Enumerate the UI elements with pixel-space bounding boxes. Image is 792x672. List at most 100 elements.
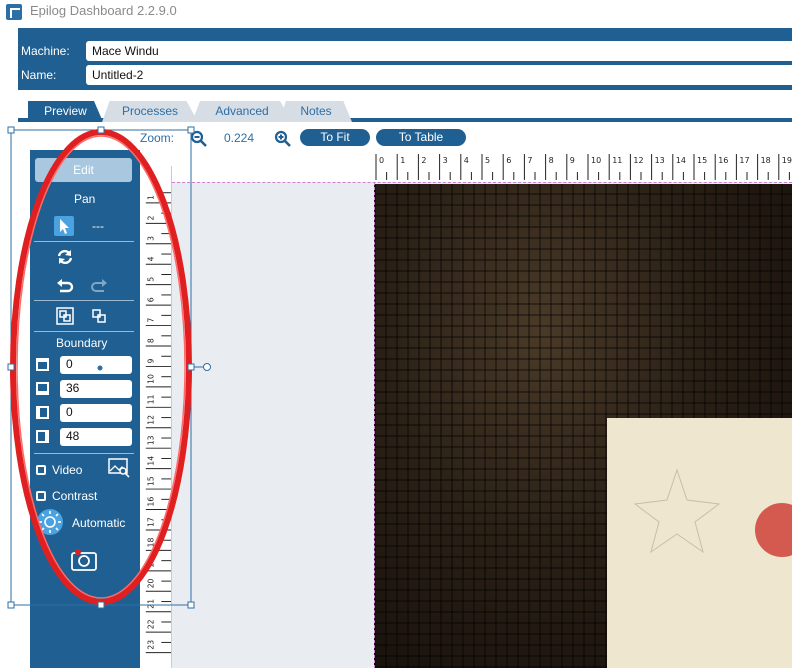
ruler-tick-label: 23 bbox=[147, 640, 156, 650]
ruler-tick-label: 12 bbox=[633, 156, 643, 165]
brightness-icon[interactable] bbox=[36, 508, 64, 536]
video-label: Video bbox=[52, 463, 83, 477]
machine-label: Machine: bbox=[21, 44, 70, 58]
pointer-value: --- bbox=[92, 219, 104, 233]
tab-notes[interactable]: Notes bbox=[280, 101, 352, 122]
video-checkbox[interactable] bbox=[36, 465, 46, 475]
ruler-tick-label: 19 bbox=[147, 558, 156, 568]
ruler-tick-label: 16 bbox=[718, 156, 728, 165]
table-boundary-left bbox=[374, 182, 375, 668]
resize-handle[interactable] bbox=[7, 601, 15, 609]
boundary-right-icon bbox=[36, 430, 49, 443]
ruler-tick-label: 11 bbox=[147, 394, 156, 404]
horizontal-ruler: 0 1 2 3 4 5 6 7 8 9 10 11 12 13 14 15 16 17 18 19 bbox=[374, 152, 792, 182]
automatic-label[interactable]: Automatic bbox=[72, 516, 125, 530]
star-artwork bbox=[633, 468, 792, 557]
ruler-tick-label: 3 bbox=[443, 156, 448, 165]
ruler-tick-label: 13 bbox=[147, 435, 156, 445]
ruler-tick-label: 4 bbox=[147, 256, 156, 261]
resize-handle[interactable] bbox=[7, 126, 15, 134]
tab-strip: Preview Processes Advanced Notes bbox=[18, 96, 792, 122]
zoom-in-icon[interactable] bbox=[274, 130, 292, 148]
ruler-tick-label: 15 bbox=[147, 476, 156, 486]
epilog-logo-icon bbox=[6, 4, 22, 20]
refresh-icon[interactable] bbox=[56, 248, 74, 266]
resize-handle[interactable] bbox=[97, 126, 105, 134]
window-title: Epilog Dashboard 2.2.9.0 bbox=[30, 3, 177, 18]
ruler-tick-label: 16 bbox=[147, 497, 156, 507]
boundary-top-input[interactable]: 0 bbox=[60, 356, 132, 374]
ruler-tick-label: 14 bbox=[147, 456, 156, 466]
undo-icon[interactable] bbox=[56, 278, 74, 294]
image-search-icon[interactable] bbox=[108, 458, 130, 478]
contrast-label: Contrast bbox=[52, 489, 98, 503]
boundary-right-input[interactable]: 48 bbox=[60, 428, 132, 446]
ruler-tick-label: 18 bbox=[147, 538, 156, 548]
pointer-icon[interactable] bbox=[54, 216, 74, 236]
ruler-tick-label: 12 bbox=[147, 415, 156, 425]
camera-icon[interactable] bbox=[70, 548, 98, 572]
ruler-tick-label: 2 bbox=[421, 156, 426, 165]
tab-advanced[interactable]: Advanced bbox=[192, 101, 292, 122]
boundary-label: Boundary bbox=[56, 336, 108, 350]
name-input[interactable]: Untitled-2 bbox=[86, 65, 792, 85]
contrast-checkbox[interactable] bbox=[36, 491, 46, 501]
machine-select[interactable]: Mace Windu bbox=[86, 41, 792, 61]
redo-icon[interactable] bbox=[90, 278, 108, 294]
to-table-button[interactable]: To Table bbox=[376, 129, 466, 146]
ruler-tick-label: 8 bbox=[549, 156, 554, 165]
ruler-tick-label: 18 bbox=[761, 156, 771, 165]
ruler-tick-label: 4 bbox=[464, 156, 469, 165]
panel-divider bbox=[34, 331, 134, 332]
ruler-tick-label: 7 bbox=[527, 156, 532, 165]
ruler-tick-label: 3 bbox=[147, 236, 156, 241]
ruler-tick-label: 15 bbox=[697, 156, 707, 165]
boundary-bottom-icon bbox=[36, 382, 49, 395]
ruler-tick-label: 22 bbox=[147, 619, 156, 629]
ruler-tick-label: 7 bbox=[147, 318, 156, 323]
ruler-tick-label: 1 bbox=[147, 195, 156, 200]
pan-label[interactable]: Pan bbox=[74, 192, 95, 206]
group-icon[interactable] bbox=[56, 307, 74, 325]
machine-row: Machine: Mace Windu bbox=[18, 40, 792, 64]
boundary-left-icon bbox=[36, 406, 49, 419]
zoom-bar: Zoom: 0.224 To Fit To Table bbox=[140, 129, 792, 149]
table-boundary-top bbox=[172, 182, 792, 183]
ruler-tick-label: 6 bbox=[506, 156, 511, 165]
ruler-tick-label: 10 bbox=[147, 374, 156, 384]
resize-handle[interactable] bbox=[7, 363, 15, 371]
edit-button[interactable]: Edit bbox=[35, 158, 132, 182]
boundary-left-input[interactable]: 0 bbox=[60, 404, 132, 422]
panel-divider bbox=[34, 241, 134, 242]
ruler-tick-label: 9 bbox=[570, 156, 575, 165]
job-header: Machine: Mace Windu Name: Untitled-2 bbox=[18, 28, 792, 90]
name-row: Name: Untitled-2 bbox=[18, 64, 792, 88]
zoom-label: Zoom: bbox=[140, 131, 175, 145]
ruler-tick-label: 8 bbox=[147, 338, 156, 343]
ruler-tick-label: 17 bbox=[739, 156, 749, 165]
boundary-bottom-input[interactable]: 36 bbox=[60, 380, 132, 398]
ruler-tick-label: 13 bbox=[655, 156, 665, 165]
title-bar: Epilog Dashboard 2.2.9.0 bbox=[0, 0, 792, 26]
ruler-tick-label: 6 bbox=[147, 297, 156, 302]
ruler-tick-label: 19 bbox=[782, 156, 792, 165]
panel-divider bbox=[34, 300, 134, 301]
panel-divider bbox=[34, 453, 134, 454]
zoom-value: 0.224 bbox=[224, 131, 255, 145]
tab-processes[interactable]: Processes bbox=[102, 101, 198, 122]
ruler-tick-label: 2 bbox=[147, 215, 156, 220]
ruler-tick-label: 10 bbox=[591, 156, 601, 165]
name-label: Name: bbox=[21, 68, 57, 82]
zoom-out-icon[interactable] bbox=[190, 130, 208, 148]
preview-tool-panel: Edit Pan --- Boundary 0 36 0 48 Video Co… bbox=[30, 150, 140, 668]
boundary-top-icon bbox=[36, 358, 49, 371]
ruler-tick-label: 5 bbox=[147, 277, 156, 282]
to-fit-button[interactable]: To Fit bbox=[300, 129, 370, 146]
ruler-tick-label: 21 bbox=[147, 599, 156, 609]
ungroup-icon[interactable] bbox=[92, 309, 106, 323]
material-sheet bbox=[607, 418, 792, 668]
vertical-ruler: 1234567891011121314151617181920212223 bbox=[140, 166, 172, 668]
tab-preview[interactable]: Preview bbox=[28, 101, 103, 122]
ruler-tick-label: 11 bbox=[612, 156, 622, 165]
ruler-tick-label: 0 bbox=[379, 156, 384, 165]
